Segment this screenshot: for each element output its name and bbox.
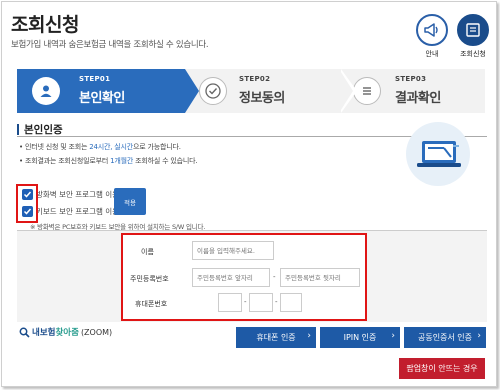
rrn-separator: -	[273, 273, 276, 281]
find-insurance-link[interactable]: 내보험 찾아줌 (ZOOM)	[19, 326, 112, 338]
bullet-1-suffix: 으로 가능합니다.	[133, 143, 181, 151]
apply-button[interactable]: 적용	[114, 188, 146, 215]
step-1: STEP01 본인확인	[17, 69, 185, 113]
certificate-auth-label: 공동인증서 인증	[417, 333, 473, 342]
phone-label: 휴대폰번호	[135, 300, 168, 308]
step-3: STEP03 결과확인	[335, 69, 485, 113]
section-title-text: 본인인증	[24, 124, 63, 136]
step-2-number: STEP02	[239, 75, 271, 83]
step-2-arrow	[339, 69, 353, 113]
find-link-suffix: (ZOOM)	[80, 327, 113, 337]
info-label: 안내	[425, 50, 439, 58]
bullet-2-highlight: 1개월간	[110, 157, 134, 165]
ipin-auth-label: IPIN 인증	[343, 333, 377, 342]
certificate-auth-button[interactable]: 공동인증서 인증 ›	[404, 327, 486, 348]
step-2-circle	[199, 77, 227, 105]
rrn-label: 주민등록번호	[130, 275, 169, 283]
bullet-1-highlight: 24시간, 실시간	[89, 143, 133, 151]
step-2: STEP02 정보동의	[177, 69, 342, 113]
laptop-illustration	[406, 122, 470, 186]
step-1-number: STEP01	[79, 75, 111, 83]
firewall-label: 방화벽 보안 프로그램 이용	[36, 190, 120, 199]
user-icon	[40, 85, 52, 97]
section-title: 본인인증	[17, 122, 63, 137]
phone-separator-2: -	[275, 298, 278, 306]
page-title: 조회신청	[11, 14, 79, 36]
keyboard-security-label: 키보드 보안 프로그램 이용	[36, 207, 120, 216]
find-link-prefix: 내보험	[32, 328, 56, 338]
popup-help-button[interactable]: 팝업창이 안뜨는 경우	[399, 358, 485, 379]
step-2-name: 정보동의	[239, 91, 285, 106]
step-1-arrow	[185, 69, 199, 113]
chevron-right-icon: ›	[477, 331, 481, 341]
bullet-1-text: 인터넷 신청 및 조회는	[24, 143, 90, 151]
step-progress: STEP03 결과확인 STEP02 정보동의 STEP01 본인확인	[17, 69, 485, 113]
phone-part-1-input[interactable]	[218, 293, 242, 312]
info-button[interactable]	[416, 14, 448, 46]
document-search-icon	[466, 23, 480, 37]
megaphone-icon	[424, 23, 438, 37]
bullet-2-text: 조회결과는 조회신청일로부터	[24, 157, 111, 165]
name-label: 이름	[141, 248, 154, 256]
name-input[interactable]	[192, 241, 274, 260]
find-link-highlight: 찾아줌	[55, 328, 79, 338]
query-label: 조회신청	[460, 50, 486, 58]
step-1-name: 본인확인	[79, 91, 125, 106]
magnifier-icon	[19, 327, 30, 338]
section-title-bar	[17, 124, 19, 135]
ipin-auth-button[interactable]: IPIN 인증 ›	[320, 327, 400, 348]
phone-auth-label: 휴대폰 인증	[256, 333, 296, 342]
step-3-circle	[353, 77, 381, 105]
chevron-right-icon: ›	[391, 331, 395, 341]
rrn-back-input[interactable]	[280, 268, 360, 287]
step-3-number: STEP03	[395, 75, 427, 83]
identity-form: 이름 주민등록번호 - 휴대폰번호 - -	[121, 233, 367, 321]
chevron-right-icon: ›	[307, 331, 311, 341]
step-3-name: 결과확인	[395, 91, 441, 106]
step-1-circle	[32, 77, 60, 105]
bullet-2-suffix: 조회하실 수 있습니다.	[133, 157, 198, 165]
laptop-icon	[417, 141, 461, 167]
phone-separator-1: -	[244, 298, 247, 306]
info-bullet-1: • 인터넷 신청 및 조회는 24시간, 실시간으로 가능합니다.	[19, 143, 181, 151]
phone-part-3-input[interactable]	[280, 293, 302, 312]
check-icon	[205, 83, 221, 99]
list-icon	[363, 87, 371, 95]
checkbox-highlight-box	[16, 184, 38, 223]
page-frame: 조회신청 보험가입 내역과 숨은보험금 내역을 조회하실 수 있습니다. 안내 …	[1, 1, 497, 387]
page-subtitle: 보험가입 내역과 숨은보험금 내역을 조회하실 수 있습니다.	[11, 40, 209, 50]
phone-auth-button[interactable]: 휴대폰 인증 ›	[236, 327, 316, 348]
info-bullet-2: • 조회결과는 조회신청일로부터 1개월간 조회하실 수 있습니다.	[19, 157, 198, 165]
query-button[interactable]	[457, 14, 489, 46]
phone-part-2-input[interactable]	[249, 293, 273, 312]
rrn-front-input[interactable]	[192, 268, 270, 287]
